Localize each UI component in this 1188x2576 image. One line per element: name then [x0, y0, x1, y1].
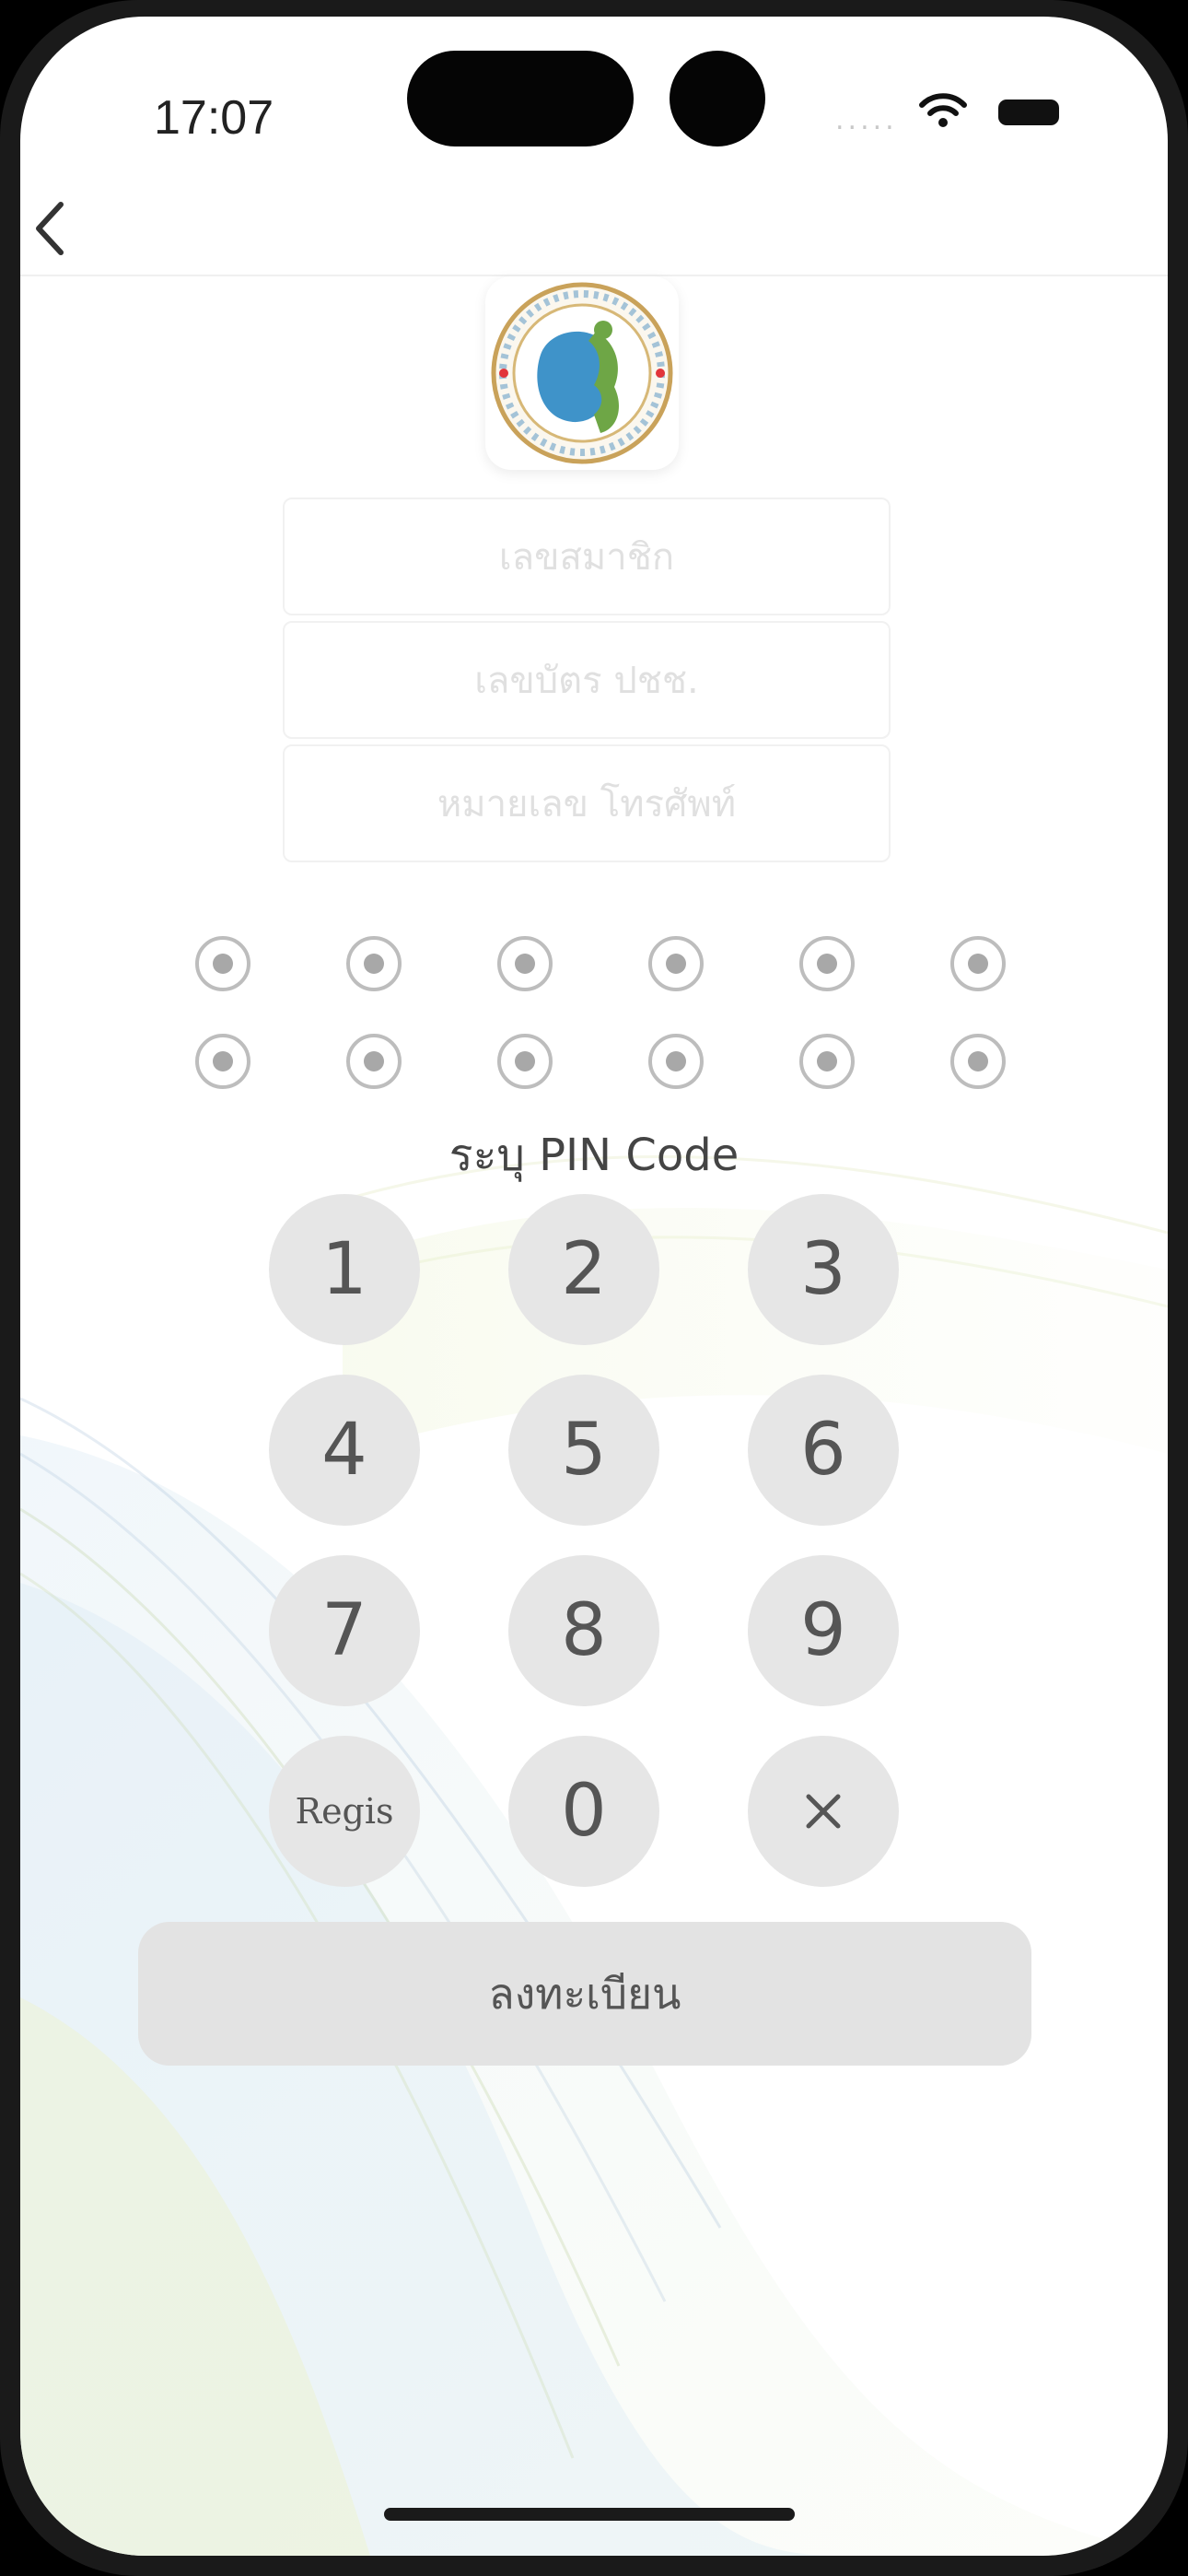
key-8[interactable]: 8: [508, 1555, 659, 1706]
key-4[interactable]: 4: [269, 1375, 420, 1526]
key-1[interactable]: 1: [269, 1194, 420, 1345]
pin-dot: [648, 1034, 704, 1089]
key-3[interactable]: 3: [748, 1194, 899, 1345]
back-chevron-icon[interactable]: [20, 182, 76, 275]
id-card-placeholder: เลขบัตร ปชช.: [474, 660, 699, 702]
key-2[interactable]: 2: [508, 1194, 659, 1345]
id-card-field[interactable]: เลขบัตร ปชช.: [283, 621, 891, 739]
member-number-placeholder: เลขสมาชิก: [498, 536, 675, 579]
pin-indicator-row: [195, 936, 1006, 991]
key-5[interactable]: 5: [508, 1375, 659, 1526]
member-number-field[interactable]: เลขสมาชิก: [283, 498, 891, 615]
pin-dot: [195, 1034, 250, 1089]
phone-frame: 17:07 ..... เลขสมาชิก เลขบัตร ปชช. หมายเ…: [0, 0, 1188, 2576]
pin-dot: [648, 936, 704, 991]
signal-indicator: .....: [835, 104, 898, 136]
regis-key[interactable]: Regis: [269, 1736, 420, 1887]
delete-key[interactable]: [748, 1736, 899, 1887]
key-9[interactable]: 9: [748, 1555, 899, 1706]
pin-dot: [346, 1034, 402, 1089]
wifi-icon: [919, 93, 967, 127]
phone-number-field[interactable]: หมายเลข โทรศัพท์: [283, 744, 891, 862]
pin-dot: [950, 1034, 1006, 1089]
key-6[interactable]: 6: [748, 1375, 899, 1526]
key-0[interactable]: 0: [508, 1736, 659, 1887]
pin-dot: [195, 936, 250, 991]
close-icon: [806, 1794, 841, 1829]
pin-confirm-indicator-row: [195, 1034, 1006, 1089]
seal-logo-icon: [491, 282, 673, 464]
pin-dot: [346, 936, 402, 991]
pin-dot: [950, 936, 1006, 991]
pin-dot: [497, 1034, 553, 1089]
camera-cutout: [670, 51, 765, 146]
status-time: 17:07: [154, 91, 274, 145]
home-indicator[interactable]: [384, 2508, 795, 2521]
register-button[interactable]: ลงทะเบียน: [138, 1922, 1031, 2066]
pin-dot: [497, 936, 553, 991]
battery-icon: [998, 100, 1059, 125]
app-screen: 17:07 ..... เลขสมาชิก เลขบัตร ปชช. หมายเ…: [20, 17, 1168, 2556]
register-button-label: ลงทะเบียน: [488, 1968, 681, 2019]
dynamic-island: [407, 51, 634, 146]
pin-code-label: ระบุ PIN Code: [448, 1130, 740, 1181]
key-7[interactable]: 7: [269, 1555, 420, 1706]
pin-dot: [799, 936, 855, 991]
association-logo: [485, 276, 679, 470]
phone-number-placeholder: หมายเลข โทรศัพท์: [437, 783, 737, 825]
pin-dot: [799, 1034, 855, 1089]
